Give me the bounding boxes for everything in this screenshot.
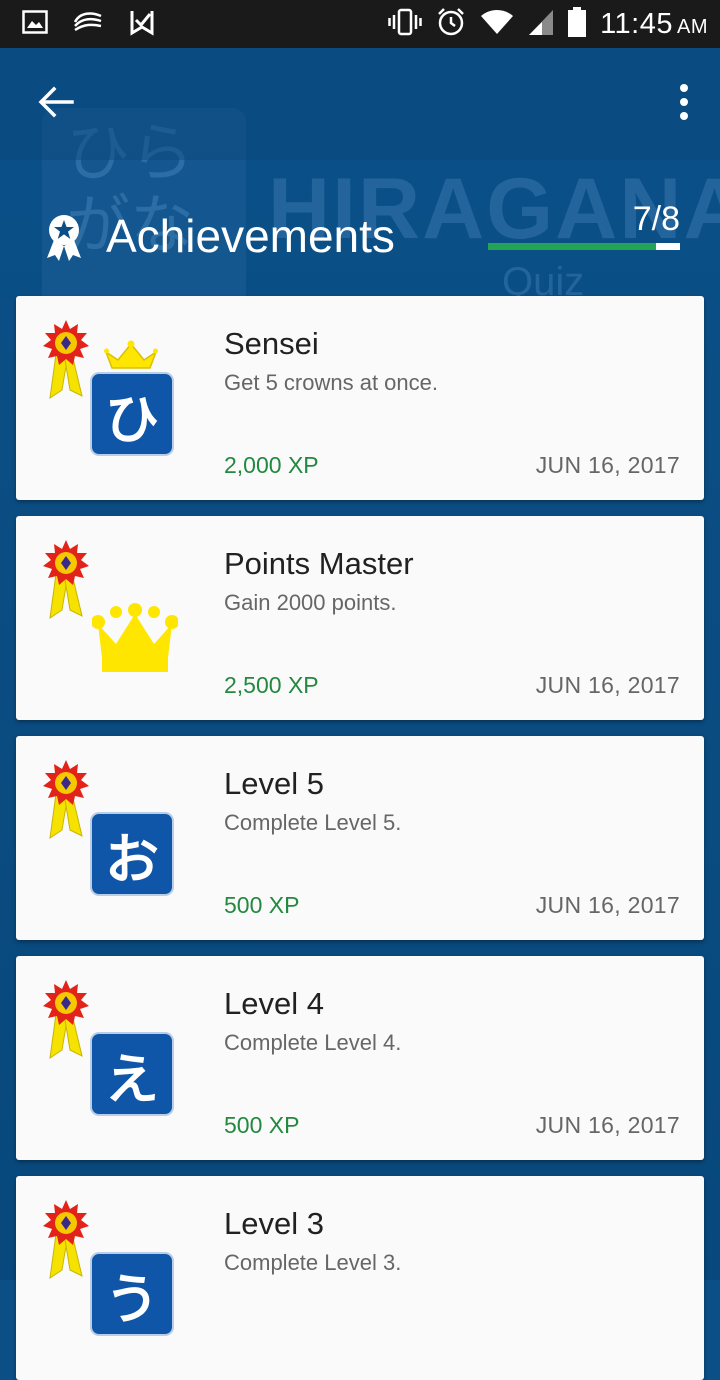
kana-emblem: う (90, 1252, 174, 1336)
swiftkey-icon (72, 10, 104, 39)
achievement-description: Complete Level 5. (224, 810, 402, 835)
vibrate-icon (388, 8, 422, 41)
achievement-title: Level 4 (224, 986, 324, 1021)
award-ribbon-icon (44, 214, 84, 262)
achievement-date: JUN 16, 2017 (535, 672, 680, 698)
system-icons: 11:45 AM (388, 6, 708, 42)
achievement-card[interactable]: Points Master Gain 2000 points. 2,500 XP… (16, 516, 704, 720)
achievement-description: Get 5 crowns at once. (224, 370, 438, 395)
app-toolbar (0, 48, 720, 160)
back-button[interactable] (24, 78, 88, 130)
signal-icon (528, 8, 554, 41)
battery-icon (568, 6, 587, 42)
alarm-icon (436, 7, 466, 42)
achievement-progress-fill (488, 243, 656, 250)
achievement-title: Level 3 (224, 1206, 324, 1241)
page-title: Achievements (106, 210, 395, 262)
wifi-icon (480, 8, 514, 41)
achievement-description: Complete Level 3. (224, 1250, 402, 1275)
crown-icon (91, 598, 179, 678)
kana-emblem: ひ (90, 372, 174, 456)
ribbon-medal-icon (42, 760, 94, 842)
achievement-date: JUN 16, 2017 (535, 892, 680, 918)
achievement-progress-bar (488, 243, 680, 250)
status-clock: 11:45 AM (600, 7, 708, 40)
image-icon (22, 9, 48, 39)
overflow-menu-button[interactable] (668, 78, 700, 130)
status-bar: 11:45 AM (0, 0, 720, 48)
ribbon-medal-icon (42, 320, 94, 402)
achievement-xp: 500 XP (224, 892, 300, 918)
achievement-title: Points Master (224, 546, 414, 581)
ribbon-medal-icon (42, 540, 94, 622)
check-flag-icon (128, 8, 156, 41)
notification-icons (22, 8, 156, 40)
achievement-title: Level 5 (224, 766, 324, 801)
achievement-card[interactable]: う Level 3 Complete Level 3. (16, 1176, 704, 1380)
achievement-card[interactable]: お Level 5 Complete Level 5. 500 XP JUN 1… (16, 736, 704, 940)
achievement-card[interactable]: ひ Sensei Get 5 crowns at once. 2,000 XP … (16, 296, 704, 500)
more-vert-icon (679, 83, 689, 125)
ribbon-medal-icon (42, 980, 94, 1062)
achievement-date: JUN 16, 2017 (535, 452, 680, 478)
achievement-title: Sensei (224, 326, 319, 361)
arrow-back-icon (38, 86, 74, 123)
achievement-card[interactable]: え Level 4 Complete Level 4. 500 XP JUN 1… (16, 956, 704, 1160)
kana-emblem: お (90, 812, 174, 896)
achievement-date: JUN 16, 2017 (535, 1112, 680, 1138)
achievement-xp: 2,500 XP (224, 672, 319, 698)
ribbon-medal-icon (42, 1200, 94, 1282)
crown-icon (104, 340, 158, 370)
achievements-header: Achievements 7/8 (0, 190, 720, 286)
kana-emblem: え (90, 1032, 174, 1116)
achievement-description: Gain 2000 points. (224, 590, 397, 615)
achievement-xp: 500 XP (224, 1112, 300, 1138)
achievement-description: Complete Level 4. (224, 1030, 402, 1055)
achievement-progress-count: 7/8 (632, 200, 680, 238)
achievement-xp: 2,000 XP (224, 452, 319, 478)
